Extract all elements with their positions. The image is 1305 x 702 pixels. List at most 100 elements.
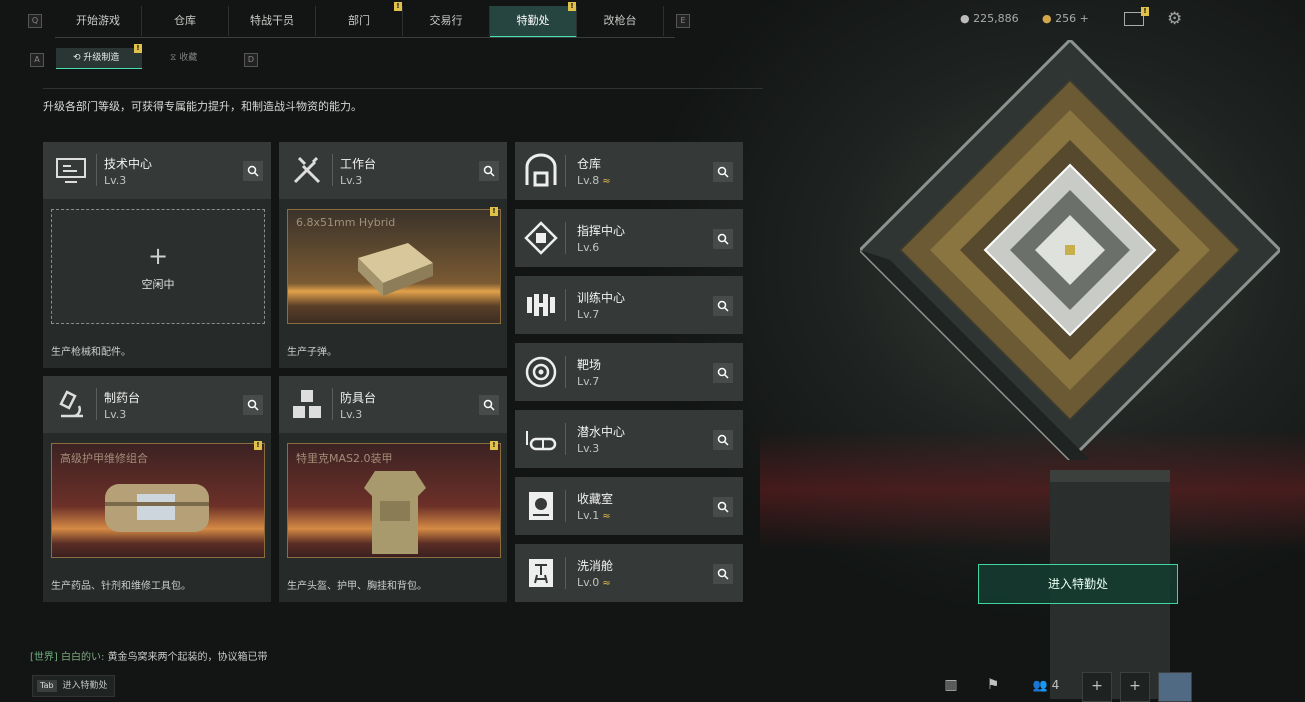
collection-room-icon [529,492,553,520]
command-center-icon [524,221,558,255]
search-icon[interactable] [713,497,733,517]
settings-gear-icon[interactable]: ⚙ [1167,9,1182,29]
notification-badge: ! [134,44,142,53]
search-icon[interactable] [243,395,263,415]
tab-departments[interactable]: 部门! [316,2,403,36]
upgrade-available-icon: ≈ [602,176,611,187]
tabs-underline [55,37,675,38]
coin-balance: ● 225,886 [960,12,1019,25]
facility-title: 洗消舱 [577,559,614,573]
facility-title: 指挥中心 [577,224,626,238]
invite-slot-button[interactable]: + [1082,672,1112,702]
divider [565,356,566,388]
stats-chart-icon[interactable]: ▥ [937,672,965,700]
world-chat-line[interactable]: [世界] 白白的い: 黄金鸟窝来两个起装的，协议箱已带 [30,648,268,663]
squad-button[interactable]: 👥 4 [1026,672,1066,700]
search-icon[interactable] [713,564,733,584]
card-level: Lv.3 [104,174,127,187]
card-title: 制药台 [104,391,141,405]
page-description: 升级各部门等级，可获得专属能力提升，和制造战斗物资的能力。 [43,100,362,113]
tab-gunsmith[interactable]: 改枪台 [577,6,664,36]
divider [565,155,566,187]
chat-channel: [世界] [30,652,58,663]
idle-slot[interactable]: + 空闲中 [51,209,265,324]
subtab-collection[interactable]: ⧖ 收藏 [170,48,197,68]
card-header: 工作台 Lv.3 [279,142,507,199]
search-icon[interactable] [243,161,263,181]
decontamination-icon [529,559,553,587]
armor-bench-card[interactable]: 防具台 Lv.3 特里克MAS2.0装甲 ! 生产头盔、护甲、胸挂和背包。 [279,376,507,602]
facility-level: Lv.7 [577,308,600,321]
tab-operators[interactable]: 特战干员 [229,6,316,36]
search-icon[interactable] [479,395,499,415]
facility-level: Lv.0 ≈ [577,576,611,589]
search-icon[interactable] [713,430,733,450]
search-icon[interactable] [713,162,733,182]
facility-level: Lv.8 ≈ [577,174,611,187]
divider [565,222,566,254]
player-avatar[interactable] [1158,672,1192,702]
enter-special-ops-button[interactable]: 进入特勤处 [978,564,1178,604]
product-slot[interactable]: 特里克MAS2.0装甲 ! [287,441,501,558]
search-icon[interactable] [713,296,733,316]
tech-center-card[interactable]: 技术中心 Lv.3 + 空闲中 生产枪械和配件。 [43,142,271,368]
facility-decontamination[interactable]: 洗消舱 Lv.0 ≈ [515,544,743,602]
body-armor-image [364,471,426,554]
facility-diving-center[interactable]: 潜水中心 Lv.3 [515,410,743,468]
search-icon[interactable] [713,229,733,249]
add-premium-button[interactable]: + [1080,12,1089,25]
invite-slot-button[interactable]: + [1120,672,1150,702]
upgrade-craft-icon: ⟲ [73,53,81,63]
tab-start-game[interactable]: 开始游戏 [55,6,142,36]
mail-badge: ! [1141,7,1149,16]
card-header: 防具台 Lv.3 [279,376,507,433]
divider [565,289,566,321]
card-title: 防具台 [340,391,377,405]
diving-goggles-icon [526,431,557,451]
product-slot[interactable]: 高级护甲维修组合 ! [51,441,265,558]
card-level: Lv.3 [340,408,363,421]
facility-shooting-range[interactable]: 靶场 Lv.7 [515,343,743,401]
tab-special-ops[interactable]: 特勤处! [490,2,577,38]
divider [332,388,333,420]
idle-status: 空闲中 [141,278,175,291]
search-icon[interactable] [713,363,733,383]
tab-warehouse[interactable]: 仓库 [142,6,229,36]
divider [565,423,566,455]
facility-warehouse[interactable]: 仓库 Lv.8 ≈ [515,142,743,200]
facility-title: 仓库 [577,157,602,171]
card-footer: 生产子弹。 [287,347,337,358]
facility-title: 潜水中心 [577,425,626,439]
card-header: 技术中心 Lv.3 [43,142,271,199]
product-slot[interactable]: 6.8x51mm Hybrid ! [287,207,501,324]
divider [565,557,566,589]
notification-badge: ! [568,2,576,11]
mail-icon[interactable]: ! [1124,7,1149,26]
next-subtab-key-hint: D [244,53,258,67]
card-footer: 生产头盔、护甲、胸挂和背包。 [287,581,427,592]
divider [96,154,97,186]
divider [332,154,333,186]
facility-level: Lv.6 [577,241,600,254]
top-navigation-bar: Q 开始游戏 仓库 特战干员 部门! 交易行 特勤处! 改枪台 E ● 225,… [0,0,1305,40]
search-icon[interactable] [479,161,499,181]
chat-user: 白白的い: [61,652,105,663]
facility-level: Lv.7 [577,375,600,388]
blocks-icon [293,390,321,418]
tools-icon [293,156,321,184]
subtab-upgrade-craft[interactable]: ⟲ 升级制造 ! [56,44,142,69]
facility-training-center[interactable]: 训练中心 Lv.7 [515,276,743,334]
prev-subtab-key-hint: A [30,53,44,67]
pharmacy-card[interactable]: 制药台 Lv.3 高级护甲维修组合 ! 生产药品、针剂和维修工具包。 [43,376,271,602]
armor-repair-bag-image [105,484,209,532]
facility-command-center[interactable]: 指挥中心 Lv.6 [515,209,743,267]
card-footer: 生产枪械和配件。 [51,347,131,358]
tab-key-hint[interactable]: Tab 进入特勤处 [32,675,115,697]
tab-trading-market[interactable]: 交易行 [403,6,490,36]
card-footer: 生产药品、针剂和维修工具包。 [51,581,191,592]
workbench-card[interactable]: 工作台 Lv.3 6.8x51mm Hybrid ! 生产子弹。 [279,142,507,368]
facility-collection-room[interactable]: 收藏室 Lv.1 ≈ [515,477,743,535]
product-name: 6.8x51mm Hybrid [296,216,396,229]
flag-icon[interactable]: ⚑ [979,672,1007,700]
target-icon [525,356,557,388]
